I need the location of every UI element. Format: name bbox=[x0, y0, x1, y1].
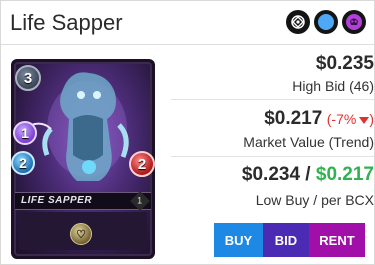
bid-button[interactable]: BID bbox=[263, 223, 309, 257]
low-buy-label: Low Buy / per BCX bbox=[255, 192, 374, 208]
health-gem: 2 bbox=[129, 151, 155, 177]
buy-button[interactable]: BUY bbox=[214, 223, 263, 257]
per-bcx-price: $0.217 bbox=[315, 164, 374, 185]
life-leech-ability-icon: ♡ bbox=[70, 223, 92, 245]
divider bbox=[171, 99, 374, 100]
card-title: Life Sapper bbox=[10, 10, 123, 35]
market-value-price: $0.217 bbox=[264, 108, 323, 129]
action-buttons: BUY BID RENT bbox=[214, 223, 365, 257]
panel-header: Life Sapper bbox=[1, 1, 374, 45]
high-bid-label: High Bid (46) bbox=[292, 78, 374, 94]
death-element-icon bbox=[342, 10, 366, 34]
trend-change: (-7%) bbox=[326, 111, 374, 127]
magic-attack-gem: 2 bbox=[11, 151, 35, 175]
trend-down-icon bbox=[359, 116, 370, 124]
card-level-badge: 1 bbox=[130, 191, 150, 211]
element-icons bbox=[286, 10, 366, 34]
mana-gem: 3 bbox=[15, 65, 41, 91]
speed-gem: 1 bbox=[13, 121, 37, 145]
rent-button[interactable]: RENT bbox=[309, 223, 365, 257]
card-name-bar: LIFE SAPPER 1 bbox=[15, 191, 151, 211]
market-value-label: Market Value (Trend) bbox=[243, 134, 374, 150]
low-buy-prices: $0.234 / $0.217 bbox=[241, 164, 374, 185]
card-image[interactable]: 3 1 2 2 LIFE SAPPER 1 ♡ bbox=[11, 59, 155, 259]
card-market-panel: Life Sapper 3 1 2 2 LIFE SAPPER 1 ♡ $0.2… bbox=[0, 0, 375, 265]
water-element-icon bbox=[314, 10, 338, 34]
market-value-row: $0.217 (-7%) bbox=[171, 108, 374, 130]
divider bbox=[171, 156, 374, 157]
card-name: LIFE SAPPER bbox=[21, 195, 93, 206]
neutral-ring-icon bbox=[286, 10, 310, 34]
low-buy-price: $0.234 bbox=[241, 164, 301, 185]
high-bid-price: $0.235 bbox=[315, 53, 374, 74]
